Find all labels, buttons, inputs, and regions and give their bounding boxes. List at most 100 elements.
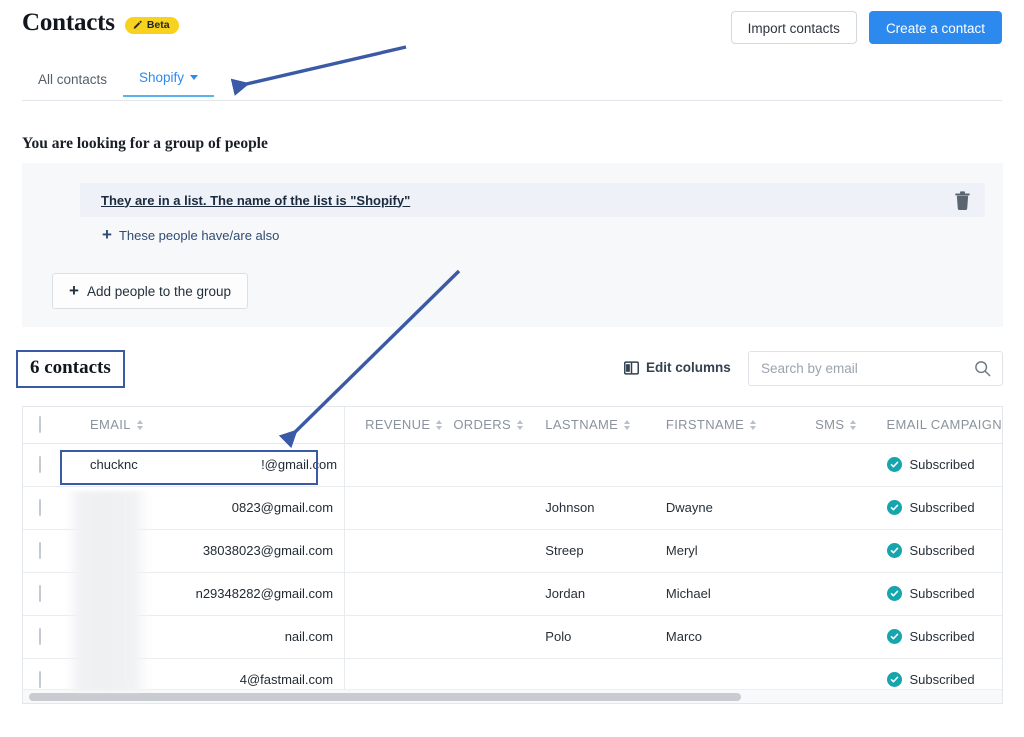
- sort-icon[interactable]: [137, 420, 143, 430]
- cell-firstname: Meryl: [666, 529, 815, 572]
- cell-firstname: Marco: [666, 615, 815, 658]
- table-row[interactable]: 38038023@gmail.com Streep Meryl Subscrib…: [23, 529, 1003, 572]
- search-icon[interactable]: [974, 360, 991, 377]
- cell-orders: [453, 572, 545, 615]
- sort-icon[interactable]: [850, 420, 856, 430]
- column-header-revenue[interactable]: REVENUE: [351, 407, 453, 443]
- row-select-cell: [23, 443, 70, 486]
- cell-subscription: Subscribed: [879, 486, 1003, 529]
- cell-lastname: [545, 443, 666, 486]
- trash-icon[interactable]: [954, 191, 971, 215]
- add-people-to-group-button[interactable]: + Add people to the group: [52, 273, 248, 309]
- cell-firstname: [666, 443, 815, 486]
- plus-icon: +: [102, 226, 112, 243]
- search-box[interactable]: [748, 351, 1003, 386]
- table-body: chucknc !@gmail.com Subscribed: [23, 443, 1003, 701]
- scrollbar-thumb[interactable]: [29, 693, 741, 701]
- columns-icon: [624, 361, 639, 375]
- contacts-table-container: EMAIL REVENUE ORDERS: [22, 406, 1003, 704]
- column-header-email-campaign-sub[interactable]: EMAIL CAMPAIGN SUB: [879, 407, 1003, 443]
- status-badge-label: Subscribed: [910, 672, 975, 687]
- select-all-checkbox[interactable]: [39, 416, 41, 433]
- cell-sms: [815, 486, 878, 529]
- check-circle-icon: [887, 629, 902, 644]
- status-badge: Subscribed: [879, 543, 1003, 558]
- edit-columns-button[interactable]: Edit columns: [624, 360, 731, 375]
- contacts-count-box: 6 contacts: [16, 350, 125, 388]
- row-checkbox[interactable]: [39, 499, 41, 516]
- contacts-table: EMAIL REVENUE ORDERS: [23, 407, 1003, 702]
- column-divider: [344, 407, 345, 443]
- pencil-icon: [132, 20, 143, 31]
- cell-revenue: [351, 443, 453, 486]
- cell-lastname: Jordan: [545, 572, 666, 615]
- column-header-email[interactable]: EMAIL: [70, 407, 351, 443]
- cell-subscription: Subscribed: [879, 443, 1003, 486]
- cell-subscription: Subscribed: [879, 572, 1003, 615]
- column-header-lastname[interactable]: LASTNAME: [545, 407, 666, 443]
- column-header-email-campaign-sub-label: EMAIL CAMPAIGN SUB: [887, 417, 1003, 432]
- beta-badge-label: Beta: [147, 20, 170, 31]
- column-header-firstname[interactable]: FIRSTNAME: [666, 407, 815, 443]
- add-condition-label: These people have/are also: [119, 228, 279, 243]
- row-checkbox[interactable]: [39, 542, 41, 559]
- cell-email: chucknc !@gmail.com: [70, 443, 351, 486]
- filter-panel: They are in a list. The name of the list…: [22, 163, 1003, 327]
- column-header-lastname-label: LASTNAME: [545, 417, 618, 432]
- contacts-tabs: All contacts Shopify: [22, 70, 214, 97]
- cell-revenue: [351, 486, 453, 529]
- plus-icon: +: [69, 282, 79, 299]
- email-suffix: n29348282@gmail.com: [196, 586, 352, 601]
- row-select-cell: [23, 529, 70, 572]
- row-checkbox[interactable]: [39, 628, 41, 645]
- horizontal-scrollbar[interactable]: [23, 689, 1002, 703]
- beta-badge: Beta: [125, 17, 179, 34]
- filter-condition-text[interactable]: They are in a list. The name of the list…: [101, 193, 410, 208]
- cell-sms: [815, 572, 878, 615]
- tab-shopify[interactable]: Shopify: [123, 70, 214, 97]
- import-contacts-button[interactable]: Import contacts: [731, 11, 857, 44]
- cell-email: 0823@gmail.com: [70, 486, 351, 529]
- column-header-orders-label: ORDERS: [453, 417, 511, 432]
- tab-all-contacts[interactable]: All contacts: [22, 72, 123, 97]
- cell-lastname: Streep: [545, 529, 666, 572]
- table-row[interactable]: 0823@gmail.com Johnson Dwayne Subscribed: [23, 486, 1003, 529]
- row-checkbox[interactable]: [39, 585, 41, 602]
- row-checkbox[interactable]: [39, 456, 41, 473]
- check-circle-icon: [887, 672, 902, 687]
- column-header-firstname-label: FIRSTNAME: [666, 417, 744, 432]
- table-row[interactable]: nail.com Polo Marco Subscribed: [23, 615, 1003, 658]
- table-row[interactable]: n29348282@gmail.com Jordan Michael Subsc…: [23, 572, 1003, 615]
- status-badge-label: Subscribed: [910, 500, 975, 515]
- cell-lastname: Polo: [545, 615, 666, 658]
- sort-icon[interactable]: [436, 420, 442, 430]
- cell-sms: [815, 529, 878, 572]
- cell-orders: [453, 529, 545, 572]
- row-checkbox[interactable]: [39, 671, 41, 688]
- filter-heading: You are looking for a group of people: [22, 135, 268, 153]
- status-badge-label: Subscribed: [910, 586, 975, 601]
- tabs-divider: [22, 100, 1002, 101]
- cell-revenue: [351, 572, 453, 615]
- column-header-sms[interactable]: SMS: [815, 407, 878, 443]
- tab-shopify-label: Shopify: [139, 70, 184, 85]
- table-row[interactable]: chucknc !@gmail.com Subscribed: [23, 443, 1003, 486]
- email-suffix: 38038023@gmail.com: [203, 543, 351, 558]
- sort-icon[interactable]: [624, 420, 630, 430]
- table-header: EMAIL REVENUE ORDERS: [23, 407, 1003, 443]
- sort-icon[interactable]: [750, 420, 756, 430]
- email-suffix: 4@fastmail.com: [240, 672, 351, 687]
- cell-lastname: Johnson: [545, 486, 666, 529]
- email-suffix: nail.com: [285, 629, 351, 644]
- column-header-revenue-label: REVENUE: [365, 417, 430, 432]
- column-header-orders[interactable]: ORDERS: [453, 407, 545, 443]
- email-suffix: !@gmail.com: [261, 457, 337, 472]
- header-actions: Import contacts Create a contact: [731, 11, 1002, 44]
- row-select-cell: [23, 572, 70, 615]
- filter-condition-row: They are in a list. The name of the list…: [80, 183, 985, 217]
- add-condition-button[interactable]: + These people have/are also: [102, 227, 279, 244]
- create-contact-button[interactable]: Create a contact: [869, 11, 1002, 44]
- cell-email: n29348282@gmail.com: [70, 572, 351, 615]
- search-input[interactable]: [749, 361, 974, 376]
- sort-icon[interactable]: [517, 420, 523, 430]
